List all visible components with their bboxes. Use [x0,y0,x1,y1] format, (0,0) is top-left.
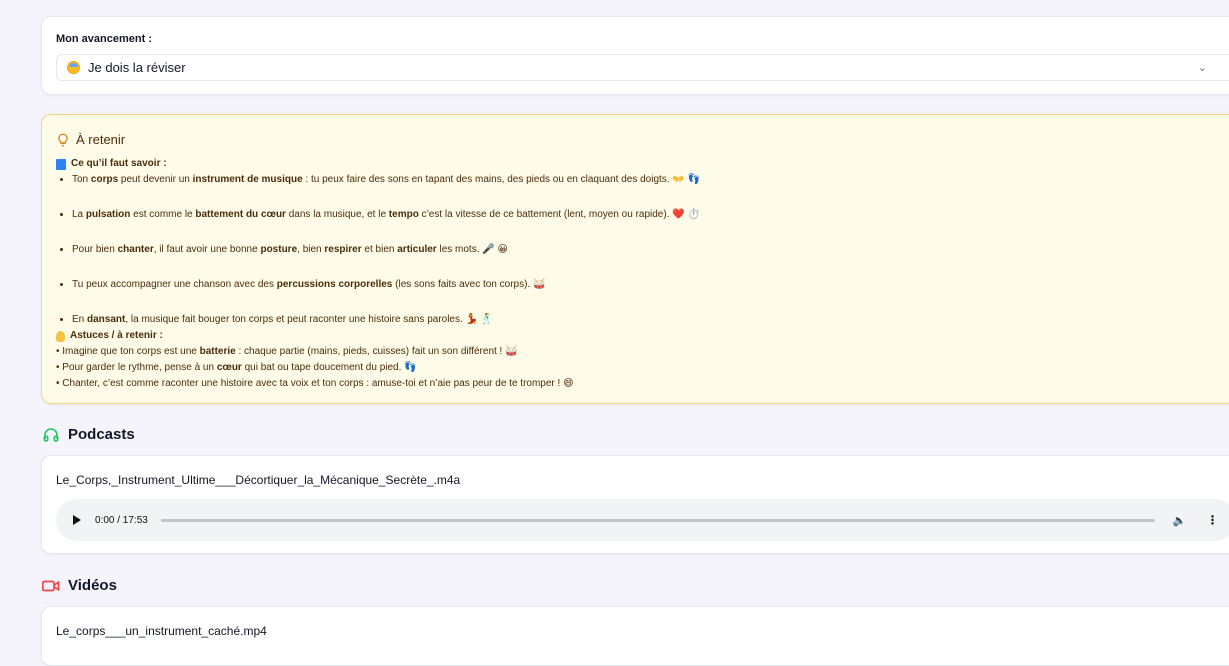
worried-face-icon [67,61,80,74]
fact-item: La pulsation est comme le battement du c… [72,207,700,223]
lightbulb-icon [56,330,65,342]
volume-icon[interactable]: 🔈 [1173,514,1187,527]
emphasis-text: percussions corporelles [276,279,393,290]
progress-label: Mon avancement : [56,33,152,45]
retain-header: À retenir [56,132,125,147]
tips-list: • Imagine que ton corps est une batterie… [56,344,700,392]
podcasts-section-title: Podcasts [42,426,135,443]
retain-body: Ce qu’il faut savoir : Ton corps peut de… [56,156,700,392]
fact-item: En dansant, la musique fait bouger ton c… [72,312,700,328]
text-segment: , il faut avoir une bonne [153,244,261,255]
podcast-file-name: Le_Corps,_Instrument_Ultime___Décortique… [56,473,461,487]
emphasis-text: posture [260,244,298,255]
progress-card: Mon avancement : Je dois la réviser ⌄ [41,16,1229,95]
emphasis-text: pulsation [85,209,131,220]
retain-title: À retenir [76,132,126,147]
text-segment: En [72,314,88,325]
text-segment: et bien [361,244,398,255]
text-segment: , la musique fait bouger ton corps et pe… [125,314,494,325]
audio-time: 0:00 / 17:53 [95,514,148,526]
more-options-icon[interactable]: ⋮ [1207,513,1219,527]
headphones-icon [43,427,59,442]
text-segment: dans la musique, et le [285,209,389,220]
text-segment: les mots. 🎤 😀 [436,244,508,255]
text-segment: qui bat ou tape doucement du pied. 👣 [241,362,417,373]
fact-item: Ton corps peut devenir un instrument de … [72,172,700,188]
text-segment: est comme le [130,209,196,220]
emphasis-text: batterie [199,346,236,357]
emphasis-text: articuler [397,244,437,255]
emphasis-text: respirer [324,244,362,255]
text-segment: Pour bien [72,244,118,255]
emphasis-text: tempo [388,209,419,220]
emphasis-text: corps [90,174,119,185]
know-header: Ce qu’il faut savoir : [56,156,700,172]
emphasis-text: dansant [87,314,126,325]
text-segment: : tu peux faire des sons en tapant des m… [302,174,701,185]
text-segment: • Imagine que ton corps est une [56,346,200,357]
text-segment: peut devenir un [118,174,193,185]
progress-select[interactable]: Je dois la réviser ⌄ [56,54,1229,81]
text-segment: Tu peux accompagner une chanson avec des [72,279,277,290]
text-segment: • Pour garder le rythme, pense à un [56,362,217,373]
lightbulb-icon [58,133,68,146]
text-segment: , bien [297,244,325,255]
text-segment: • Chanter, c’est comme raconter une hist… [56,378,574,389]
video-camera-icon [42,580,60,591]
video-file-name: Le_corps___un_instrument_caché.mp4 [56,624,267,638]
audio-player[interactable]: 0:00 / 17:53 🔈 ⋮ [56,499,1229,541]
book-icon [56,158,66,170]
text-segment: La [72,209,86,220]
emphasis-text: instrument de musique [192,174,303,185]
video-card: Le_corps___un_instrument_caché.mp4 [41,606,1229,666]
emphasis-text: cœur [216,362,242,373]
tips-header: Astuces / à retenir : [56,328,700,344]
fact-item: Tu peux accompagner une chanson avec des… [72,277,700,293]
emphasis-text: chanter [117,244,154,255]
podcast-card: Le_Corps,_Instrument_Ultime___Décortique… [41,455,1229,554]
videos-section-title: Vidéos [42,577,117,594]
facts-list: Ton corps peut devenir un instrument de … [56,172,700,328]
audio-progress-track[interactable] [160,518,1155,522]
text-segment: (les sons faits avec ton corps). 🥁 [392,279,546,290]
play-icon[interactable] [73,515,81,525]
tip-item: • Imagine que ton corps est une batterie… [56,344,700,360]
tip-item: • Chanter, c’est comme raconter une hist… [56,376,700,392]
text-segment: c’est la vitesse de ce battement (lent, … [418,209,700,220]
progress-selected-value: Je dois la réviser [88,60,186,75]
retain-card: À retenir Ce qu’il faut savoir : Ton cor… [41,114,1229,404]
text-segment: Ton [72,174,91,185]
chevron-down-icon[interactable]: ⌄ [1198,61,1207,74]
tip-item: • Pour garder le rythme, pense à un cœur… [56,360,700,376]
fact-item: Pour bien chanter, il faut avoir une bon… [72,242,700,258]
emphasis-text: battement du cœur [195,209,286,220]
text-segment: : chaque partie (mains, pieds, cuisses) … [235,346,518,357]
